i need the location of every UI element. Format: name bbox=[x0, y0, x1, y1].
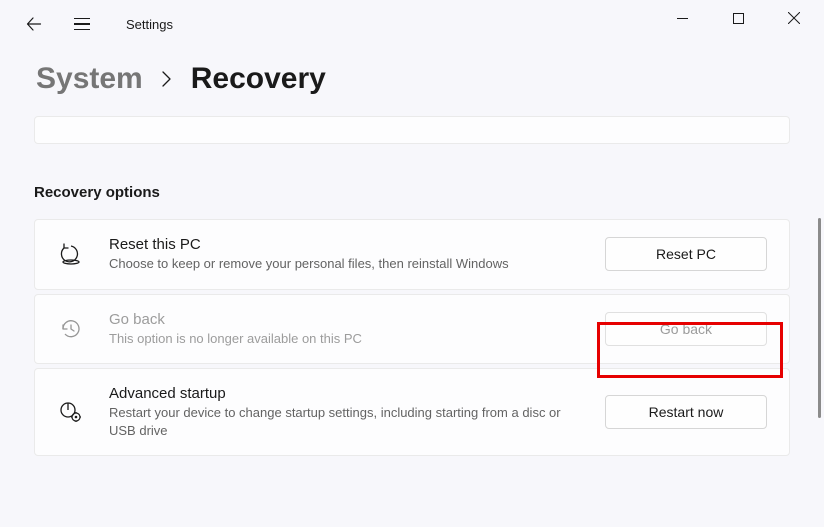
card-title: Reset this PC bbox=[109, 236, 581, 253]
card-body: Reset this PC Choose to keep or remove y… bbox=[109, 236, 581, 273]
gear-power-icon bbox=[57, 398, 85, 426]
section-title: Recovery options bbox=[34, 184, 790, 201]
card-description: Choose to keep or remove your personal f… bbox=[109, 255, 581, 273]
card-description: This option is no longer available on th… bbox=[109, 330, 581, 348]
reset-pc-button[interactable]: Reset PC bbox=[605, 237, 767, 271]
scrollbar[interactable] bbox=[818, 218, 821, 418]
reset-icon bbox=[57, 240, 85, 268]
chevron-right-icon bbox=[161, 68, 173, 94]
history-icon bbox=[57, 315, 85, 343]
minimize-button[interactable] bbox=[654, 0, 710, 36]
titlebar-left: Settings bbox=[0, 12, 173, 36]
back-button[interactable] bbox=[22, 12, 46, 36]
maximize-icon bbox=[733, 13, 744, 24]
go-back-card: Go back This option is no longer availab… bbox=[34, 294, 790, 365]
minimize-icon bbox=[677, 13, 688, 24]
breadcrumb: System Recovery bbox=[0, 62, 824, 96]
breadcrumb-parent[interactable]: System bbox=[36, 62, 143, 96]
titlebar: Settings bbox=[0, 0, 824, 48]
info-card-partial bbox=[34, 116, 790, 144]
breadcrumb-current: Recovery bbox=[191, 62, 326, 96]
restart-now-button[interactable]: Restart now bbox=[605, 395, 767, 429]
window-controls bbox=[654, 0, 822, 36]
close-button[interactable] bbox=[766, 0, 822, 36]
card-title: Go back bbox=[109, 311, 581, 328]
content-area: Recovery options Reset this PC Choose to… bbox=[0, 104, 824, 456]
app-title: Settings bbox=[126, 17, 173, 32]
maximize-button[interactable] bbox=[710, 0, 766, 36]
advanced-startup-card: Advanced startup Restart your device to … bbox=[34, 368, 790, 456]
card-description: Restart your device to change startup se… bbox=[109, 404, 581, 439]
card-body: Go back This option is no longer availab… bbox=[109, 311, 581, 348]
card-body: Advanced startup Restart your device to … bbox=[109, 385, 581, 439]
close-icon bbox=[788, 12, 800, 24]
nav-menu-button[interactable] bbox=[70, 12, 94, 36]
card-title: Advanced startup bbox=[109, 385, 581, 402]
arrow-left-icon bbox=[26, 16, 42, 32]
go-back-button: Go back bbox=[605, 312, 767, 346]
reset-pc-card: Reset this PC Choose to keep or remove y… bbox=[34, 219, 790, 290]
